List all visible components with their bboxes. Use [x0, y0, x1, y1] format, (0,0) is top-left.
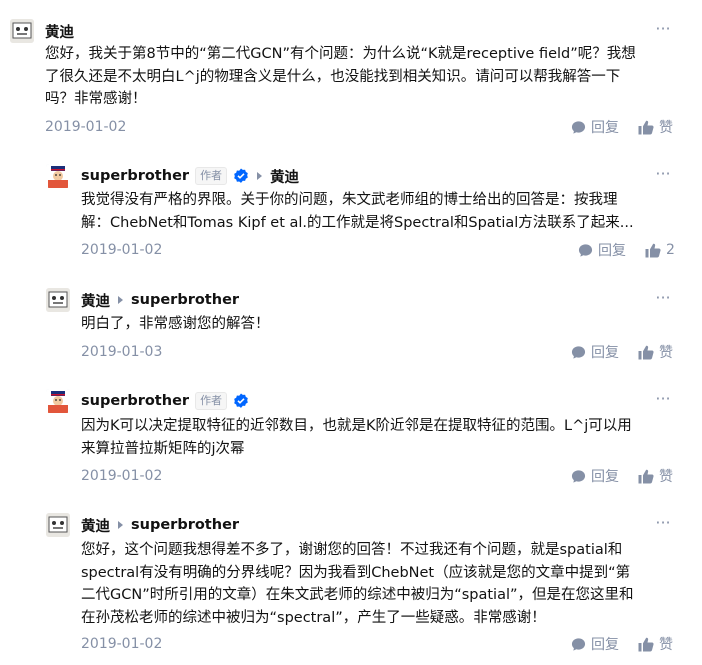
author-name[interactable]: superbrother — [81, 168, 189, 184]
verified-badge-icon — [234, 393, 248, 408]
like-count: 2 — [666, 242, 675, 258]
comment-header: superbrother 作者 黄迪 — [81, 164, 299, 188]
comment-header: 黄迪 superbrother — [81, 513, 239, 537]
like-button[interactable]: 赞 — [638, 634, 673, 654]
reply-to-name[interactable]: 黄迪 — [270, 166, 299, 187]
thumb-up-icon — [645, 243, 661, 257]
reply-arrow-icon — [257, 172, 263, 180]
reply-button[interactable]: 回复 — [571, 117, 619, 137]
author-name[interactable]: 黄迪 — [45, 21, 74, 42]
like-button[interactable]: 赞 — [638, 466, 673, 486]
reply-button[interactable]: 回复 — [571, 466, 619, 486]
author-name[interactable]: superbrother — [81, 393, 189, 409]
avatar[interactable] — [46, 389, 70, 413]
comment-date: 2019-01-03 — [81, 344, 163, 360]
like-button[interactable]: 赞 — [638, 342, 673, 362]
comment-bubble-icon — [571, 469, 586, 483]
more-dots-icon[interactable]: ··· — [654, 166, 672, 185]
comment-content: 因为K可以决定提取特征的近邻数目，也就是K阶近邻是在提取特征的范围。L^j可以用… — [81, 418, 632, 457]
comment-bubble-icon — [571, 637, 586, 651]
more-dots-icon[interactable]: ··· — [654, 290, 672, 309]
comment-header: 黄迪 — [45, 19, 74, 43]
like-button[interactable]: 2 — [645, 240, 675, 260]
reply-to-name[interactable]: superbrother — [131, 517, 239, 533]
more-dots-icon[interactable]: ··· — [654, 21, 672, 40]
more-dots-icon[interactable]: ··· — [654, 391, 672, 410]
author-tag: 作者 — [195, 392, 228, 410]
comment-header: superbrother 作者 — [81, 389, 249, 413]
comment-bubble-icon — [571, 120, 586, 134]
comment-bubble-icon — [578, 243, 593, 257]
verified-badge-icon — [234, 168, 248, 183]
like-button[interactable]: 赞 — [638, 117, 673, 137]
comment-content: 我觉得没有严格的界限。关于你的问题，朱文武老师组的博士给出的回答是：按我理 解：… — [81, 192, 634, 231]
comment-date: 2019-01-02 — [81, 242, 163, 258]
reply-arrow-icon — [118, 521, 123, 529]
more-dots-icon[interactable]: ··· — [654, 515, 672, 534]
avatar[interactable] — [46, 288, 70, 312]
comment-header: 黄迪 superbrother — [81, 288, 239, 312]
author-name[interactable]: 黄迪 — [81, 515, 110, 536]
reply-to-name[interactable]: superbrother — [131, 292, 239, 308]
reply-button[interactable]: 回复 — [571, 634, 619, 654]
thumb-up-icon — [638, 120, 654, 134]
comment-date: 2019-01-02 — [81, 636, 163, 652]
comment-date: 2019-01-02 — [81, 468, 163, 484]
comment-content: 明白了，非常感谢您的解答！ — [81, 316, 270, 332]
author-name[interactable]: 黄迪 — [81, 290, 110, 311]
avatar[interactable] — [46, 513, 70, 537]
reply-button[interactable]: 回复 — [571, 342, 619, 362]
avatar[interactable] — [46, 164, 70, 188]
comment-bubble-icon — [571, 345, 586, 359]
comment-content: 您好，这个问题我想得差不多了，谢谢您的回答！不过我还有个问题，就是spatial… — [81, 542, 634, 626]
thumb-up-icon — [638, 637, 654, 651]
avatar[interactable] — [10, 19, 34, 43]
thumb-up-icon — [638, 345, 654, 359]
comment-date: 2019-01-02 — [45, 119, 127, 135]
thumb-up-icon — [638, 469, 654, 483]
comment-content: 您好，我关于第8节中的“第二代GCN”有个问题：为什么说“K就是receptiv… — [45, 46, 636, 107]
author-tag: 作者 — [195, 167, 228, 185]
reply-arrow-icon — [118, 296, 123, 304]
reply-button[interactable]: 回复 — [578, 240, 626, 260]
